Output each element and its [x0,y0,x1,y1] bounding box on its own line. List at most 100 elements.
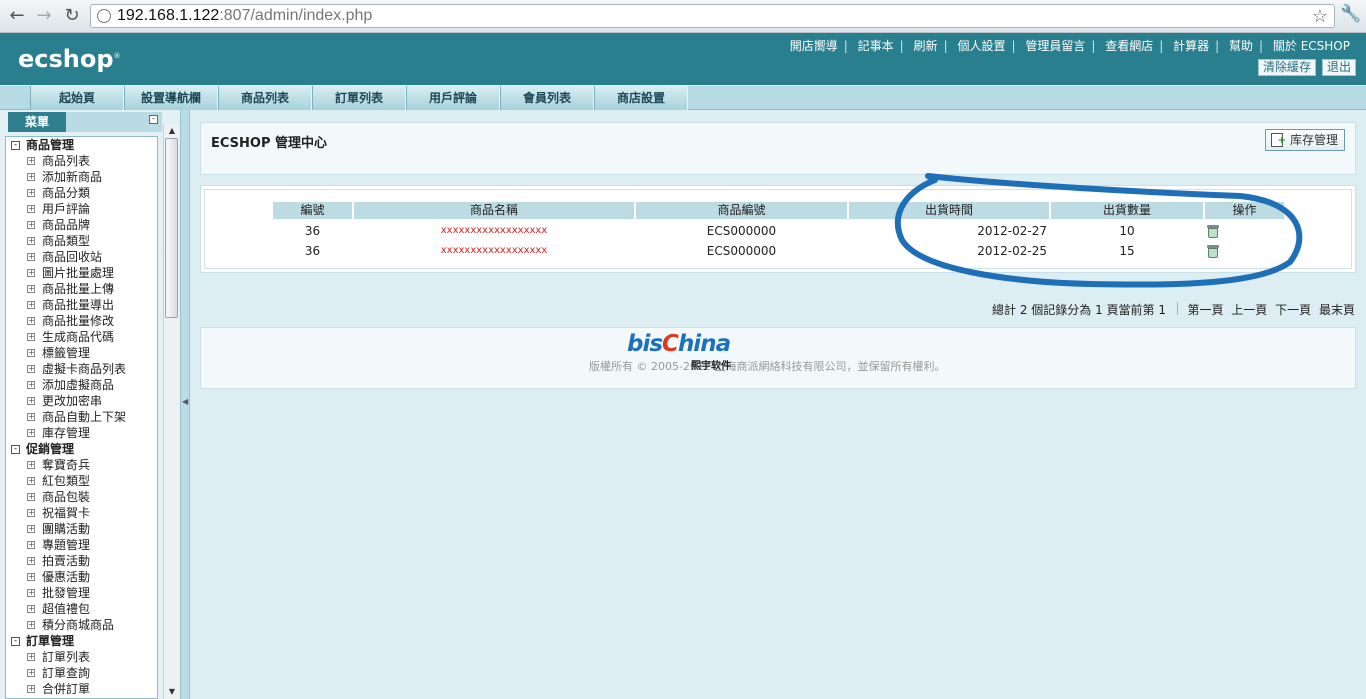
tab-user-comments[interactable]: 用戶評論 [406,86,500,110]
link-help[interactable]: 幫助 [1223,39,1259,53]
link-notepad[interactable]: 記事本 [852,39,900,53]
menu-item-icon: + [27,252,35,261]
menu-item[interactable]: + 用戶評論 [6,201,157,217]
scroll-down-icon[interactable]: ▼ [164,685,180,699]
last-page-link[interactable]: 最末頁 [1319,303,1355,317]
tab-nav-settings[interactable]: 設置導航欄 [124,86,218,110]
menu-item-icon: + [27,364,35,373]
menu-item[interactable]: + 優惠活動 [6,569,157,585]
menu-item[interactable]: + 商品分類 [6,185,157,201]
collapse-sidebar-icon[interactable]: ◀ [182,397,188,406]
col-date: 出貨時間 [849,202,1049,219]
clear-cache-button[interactable]: 清除緩存 [1257,59,1316,76]
menu-item-icon: + [27,316,35,325]
sidebar-splitter[interactable]: ◀ [180,110,190,699]
menu-item[interactable]: + 奪寶奇兵 [6,457,157,473]
link-personal-settings[interactable]: 個人設置 [951,39,1011,53]
page-title: ECSHOP 管理中心 [211,136,328,151]
menu-item[interactable]: + 圖片批量處理 [6,265,157,281]
main-content: ECSHOP 管理中心 库存管理 編號 商品名稱 商品編號 出貨時間 出貨數量 … [190,110,1366,699]
tab-goods-list[interactable]: 商品列表 [218,86,312,110]
menu-item[interactable]: + 專題管理 [6,537,157,553]
collapse-group-icon[interactable]: - [11,445,20,454]
prev-page-link[interactable]: 上一頁 [1231,303,1267,317]
menu-item[interactable]: + 商品回收站 [6,249,157,265]
first-page-link[interactable]: 第一頁 [1187,303,1223,317]
menu-group[interactable]: - 促銷管理 [6,441,157,457]
link-calculator[interactable]: 計算器 [1167,39,1215,53]
tab-home[interactable]: 起始頁 [30,86,124,110]
stock-management-button[interactable]: 库存管理 [1264,129,1345,151]
menu-item[interactable]: + 紅包類型 [6,473,157,489]
browser-toolbar: ← → ↻ 192.168.1.122:807/admin/index.php … [0,0,1366,33]
menu-item-icon: + [27,476,35,485]
menu-item-icon: + [27,412,35,421]
wrench-icon[interactable]: 🔧 [1340,4,1362,26]
menu-item[interactable]: + 商品自動上下架 [6,409,157,425]
menu-group[interactable]: - 訂單管理 [6,633,157,649]
bookmark-star-icon[interactable]: ☆ [1312,5,1328,27]
menu-item[interactable]: + 庫存管理 [6,425,157,441]
menu-item[interactable]: + 虛擬卡商品列表 [6,361,157,377]
menu-item[interactable]: + 添加新商品 [6,169,157,185]
menu-item[interactable]: + 添加虛擬商品 [6,377,157,393]
url-host: 192.168.1.122 [117,7,220,24]
collapse-group-icon[interactable]: - [11,141,20,150]
main-tab-bar: 起始頁 設置導航欄 商品列表 訂單列表 用戶評論 會員列表 商店設置 [0,85,1366,110]
menu-item[interactable]: + 商品批量導出 [6,297,157,313]
forward-icon[interactable]: → [33,5,55,27]
menu-item[interactable]: + 更改加密串 [6,393,157,409]
tab-member-list[interactable]: 會員列表 [500,86,594,110]
menu-item-icon: + [27,220,35,229]
menu-item[interactable]: + 商品批量上傳 [6,281,157,297]
menu-group[interactable]: - 商品管理 [6,137,157,153]
link-setup-wizard[interactable]: 開店嚮導 [784,39,844,53]
menu-item[interactable]: + 超值禮包 [6,601,157,617]
reload-icon[interactable]: ↻ [61,5,83,27]
menu-item[interactable]: + 標籤管理 [6,345,157,361]
back-icon[interactable]: ← [6,5,28,27]
row2-date: 2012-02-25 [977,244,1047,258]
delete-icon[interactable] [1207,245,1219,258]
logout-button[interactable]: 退出 [1321,59,1356,76]
menu-item[interactable]: + 商品包裝 [6,489,157,505]
next-page-link[interactable]: 下一頁 [1275,303,1311,317]
menu-item[interactable]: + 團購活動 [6,521,157,537]
collapse-menu-icon[interactable]: - [149,115,158,124]
link-view-shop[interactable]: 查看網店 [1099,39,1159,53]
row2-name[interactable]: xxxxxxxxxxxxxxxxxx [354,241,634,261]
address-bar[interactable]: 192.168.1.122:807/admin/index.php ☆ [90,4,1335,28]
menu-item-icon: + [27,540,35,549]
scroll-thumb[interactable] [165,138,178,318]
tab-order-list[interactable]: 訂單列表 [312,86,406,110]
menu-scrollbar[interactable]: ▲ ▼ [163,124,179,699]
link-refresh[interactable]: 刷新 [908,39,944,53]
menu-item-icon: + [27,204,35,213]
menu-item-icon: + [27,188,35,197]
menu-item[interactable]: + 商品列表 [6,153,157,169]
delete-icon[interactable] [1207,225,1219,238]
menu-item[interactable]: + 祝福賀卡 [6,505,157,521]
menu-item-icon: + [27,620,35,629]
tab-shop-settings[interactable]: 商店設置 [594,86,688,110]
menu-item[interactable]: + 訂單列表 [6,649,157,665]
menu-item[interactable]: + 商品批量修改 [6,313,157,329]
menu-item[interactable]: + 商品類型 [6,233,157,249]
scroll-up-icon[interactable]: ▲ [164,124,180,138]
menu-item[interactable]: + 商品品牌 [6,217,157,233]
collapse-group-icon[interactable]: - [11,637,20,646]
menu-item-icon: + [27,236,35,245]
menu-item[interactable]: + 訂單查詢 [6,665,157,681]
page-info-icon[interactable] [97,9,111,23]
menu-item[interactable]: + 合併訂單 [6,681,157,697]
link-about[interactable]: 關於 ECSHOP [1267,39,1356,53]
menu-item[interactable]: + 批發管理 [6,585,157,601]
menu-item[interactable]: + 積分商城商品 [6,617,157,633]
menu-item[interactable]: + 拍賣活動 [6,553,157,569]
row1-name[interactable]: xxxxxxxxxxxxxxxxxx [354,221,634,241]
menu-item[interactable]: + 生成商品代碼 [6,329,157,345]
menu-item-icon: + [27,588,35,597]
menu-item-icon: + [27,268,35,277]
link-admin-messages[interactable]: 管理員留言 [1019,39,1091,53]
menu-item-icon: + [27,604,35,613]
